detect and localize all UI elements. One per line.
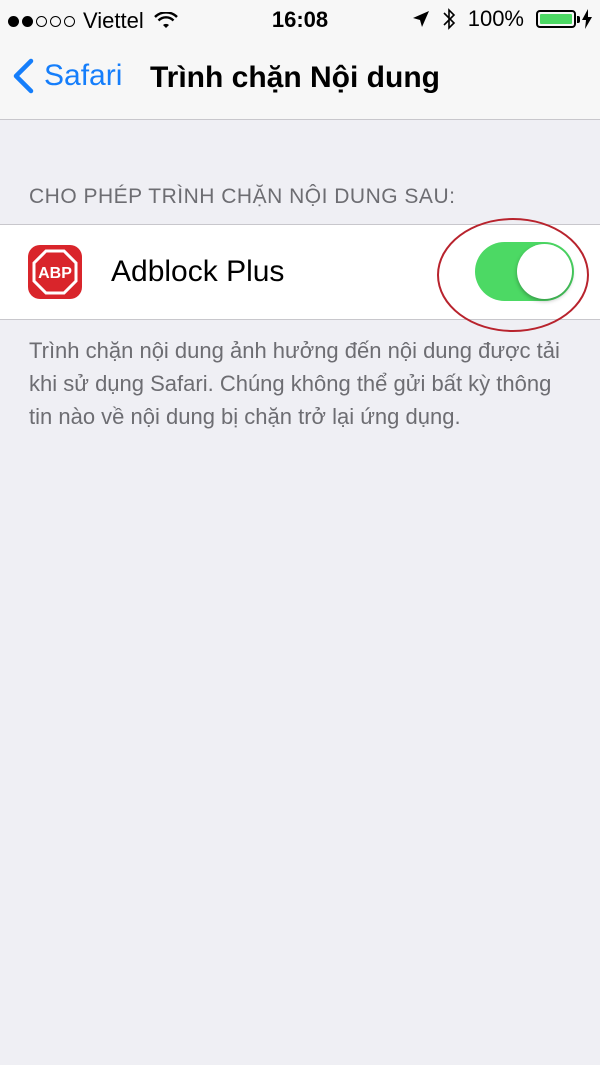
blocker-name: Adblock Plus: [111, 255, 285, 288]
content-blocker-list: ABP Adblock Plus: [0, 224, 600, 320]
abp-icon-text: ABP: [38, 265, 72, 282]
battery-tip: [577, 16, 580, 23]
adblock-plus-icon: ABP: [28, 245, 82, 299]
back-button-label: Safari: [44, 59, 123, 92]
page-title: Trình chặn Nội dung: [150, 61, 440, 94]
chevron-left-icon: [13, 58, 34, 94]
status-bar: Viettel 16:08 100%: [0, 0, 600, 40]
toggle-knob: [517, 244, 572, 299]
bluetooth-icon: [443, 8, 455, 30]
footer-description: Trình chặn nội dung ảnh hưởng đến nội du…: [29, 338, 560, 429]
battery-icon: [536, 10, 580, 28]
navigation-bar: Safari Trình chặn Nội dung: [0, 40, 600, 120]
charging-bolt-icon: [582, 9, 592, 29]
location-arrow-icon: [412, 11, 429, 27]
status-right: 100%: [400, 6, 592, 32]
section-header: CHO PHÉP TRÌNH CHẶN NỘI DUNG SAU:: [29, 185, 456, 208]
battery-percent: 100%: [467, 6, 524, 31]
back-button[interactable]: Safari: [12, 58, 122, 94]
adblock-plus-toggle[interactable]: [475, 242, 574, 301]
battery-level: [540, 14, 572, 24]
